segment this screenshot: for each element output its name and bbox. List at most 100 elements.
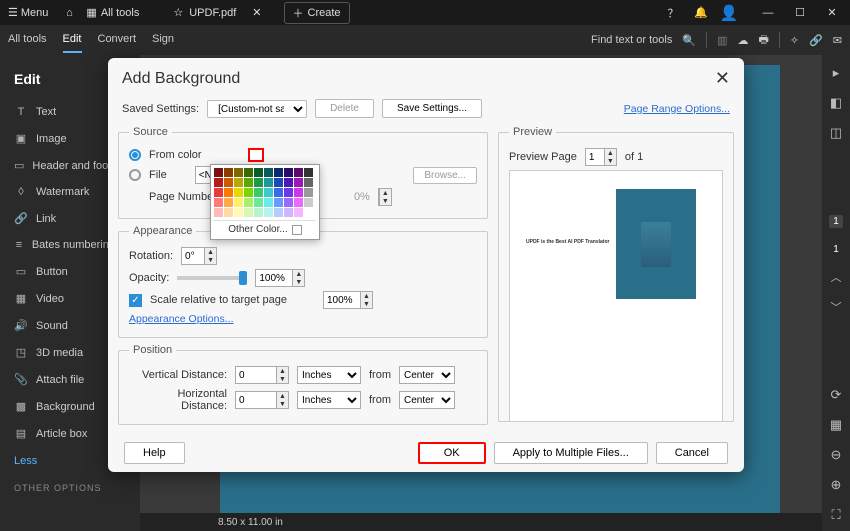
color-swatch[interactable] xyxy=(224,198,233,207)
color-swatch[interactable] xyxy=(224,178,233,187)
color-swatch[interactable] xyxy=(254,198,263,207)
preview-page-spinner[interactable]: ▲▼ xyxy=(585,148,617,166)
tab-close-icon[interactable]: ✕ xyxy=(252,6,261,19)
hdist-units-select[interactable]: Inches xyxy=(297,391,361,409)
all-tools-button[interactable]: ▦ All tools xyxy=(86,6,139,19)
color-swatch[interactable] xyxy=(234,198,243,207)
help-button[interactable]: Help xyxy=(124,442,185,464)
rotation-spinner[interactable]: ▲▼ xyxy=(181,247,217,265)
from-color-radio[interactable] xyxy=(129,149,141,161)
refresh-icon[interactable]: ⟳ xyxy=(831,387,842,403)
color-swatch[interactable] xyxy=(244,208,253,217)
color-swatch[interactable] xyxy=(294,178,303,187)
bell-icon[interactable]: 🔔 xyxy=(690,2,712,24)
color-swatch[interactable] xyxy=(284,168,293,177)
color-swatch[interactable] xyxy=(274,178,283,187)
browse-button[interactable]: Browse... xyxy=(413,167,477,184)
cloud-icon[interactable]: ☁ xyxy=(737,34,748,47)
page-percent-spinner[interactable]: ▲▼ xyxy=(378,188,392,206)
delete-button[interactable]: Delete xyxy=(315,99,374,118)
tab-alltools[interactable]: All tools xyxy=(8,27,47,53)
color-swatch[interactable] xyxy=(304,198,313,207)
color-swatch[interactable] xyxy=(294,168,303,177)
close-window-button[interactable]: ✕ xyxy=(818,2,846,24)
apply-multiple-button[interactable]: Apply to Multiple Files... xyxy=(494,442,648,464)
hamburger-menu[interactable]: ☰ Menu xyxy=(4,4,52,21)
color-swatch[interactable] xyxy=(234,188,243,197)
tab-convert[interactable]: Convert xyxy=(98,27,137,53)
page-down-icon[interactable]: ﹀ xyxy=(831,299,842,315)
color-swatch[interactable] xyxy=(304,168,313,177)
color-swatch[interactable] xyxy=(284,198,293,207)
color-swatch[interactable] xyxy=(294,198,303,207)
color-swatch[interactable] xyxy=(224,188,233,197)
color-swatch[interactable] xyxy=(214,168,223,177)
opacity-spinner[interactable]: ▲▼ xyxy=(255,269,305,287)
home-icon[interactable]: ⌂ xyxy=(58,2,80,24)
color-swatch[interactable] xyxy=(244,168,253,177)
panel-toggle-icon[interactable]: ▸ xyxy=(833,65,840,81)
help-icon[interactable]: ？ xyxy=(662,2,684,24)
save-settings-button[interactable]: Save Settings... xyxy=(382,99,482,118)
color-swatch[interactable] xyxy=(284,208,293,217)
page-up-icon[interactable]: ︿ xyxy=(831,269,842,285)
opacity-slider[interactable] xyxy=(177,276,247,280)
color-swatch[interactable] xyxy=(304,208,313,217)
color-swatch[interactable] xyxy=(294,208,303,217)
color-swatch[interactable] xyxy=(244,198,253,207)
page-range-link[interactable]: Page Range Options... xyxy=(624,103,730,115)
other-color-option[interactable]: Other Color... xyxy=(214,220,316,236)
color-swatch[interactable] xyxy=(254,208,263,217)
link-icon[interactable]: 🔗 xyxy=(809,34,823,47)
color-swatch[interactable] xyxy=(284,178,293,187)
page-badge[interactable]: 1 xyxy=(829,215,843,228)
color-swatch[interactable] xyxy=(234,208,243,217)
color-swatch[interactable] xyxy=(264,198,273,207)
fit-icon[interactable]: ⛶ xyxy=(831,507,840,523)
file-radio[interactable] xyxy=(129,169,141,181)
scale-checkbox[interactable]: ✓ xyxy=(129,294,142,307)
layout-icon[interactable]: ▦ xyxy=(830,417,842,433)
ok-button[interactable]: OK xyxy=(418,442,486,464)
user-icon[interactable]: 👤 xyxy=(718,2,740,24)
save-icon[interactable]: ▥ xyxy=(717,34,727,47)
color-swatch[interactable] xyxy=(244,188,253,197)
ai-icon[interactable]: ✧ xyxy=(790,34,799,47)
saved-settings-select[interactable]: [Custom-not saved] xyxy=(207,100,307,118)
color-swatch[interactable] xyxy=(284,188,293,197)
color-swatch[interactable] xyxy=(234,178,243,187)
minimize-button[interactable]: ― xyxy=(754,2,782,24)
vdist-units-select[interactable]: Inches xyxy=(297,366,361,384)
color-swatch[interactable] xyxy=(214,208,223,217)
vdist-spinner[interactable]: ▲▼ xyxy=(235,366,289,384)
color-swatch[interactable] xyxy=(274,168,283,177)
color-swatch[interactable] xyxy=(264,178,273,187)
maximize-button[interactable]: ☐ xyxy=(786,2,814,24)
create-button[interactable]: ＋ Create xyxy=(284,2,350,24)
color-swatch[interactable] xyxy=(214,198,223,207)
color-swatch[interactable] xyxy=(274,188,283,197)
hdist-origin-select[interactable]: Center xyxy=(399,391,455,409)
color-swatch[interactable] xyxy=(224,208,233,217)
tab-edit[interactable]: Edit xyxy=(63,27,82,53)
zoom-plus-icon[interactable]: ⊕ xyxy=(831,477,842,493)
color-swatch[interactable] xyxy=(294,188,303,197)
color-swatch-button[interactable] xyxy=(248,148,264,162)
color-swatch[interactable] xyxy=(244,178,253,187)
color-swatch[interactable] xyxy=(214,188,223,197)
color-swatch[interactable] xyxy=(234,168,243,177)
color-swatch[interactable] xyxy=(264,208,273,217)
color-swatch[interactable] xyxy=(274,208,283,217)
tab-sign[interactable]: Sign xyxy=(152,27,174,53)
bookmark-icon[interactable]: ◧ xyxy=(830,95,842,111)
color-swatch[interactable] xyxy=(304,188,313,197)
color-swatch[interactable] xyxy=(254,178,263,187)
scale-spinner[interactable]: ▲▼ xyxy=(323,291,373,309)
dialog-close-icon[interactable]: ✕ xyxy=(715,68,730,89)
search-icon[interactable]: 🔍 xyxy=(682,34,696,47)
document-tab[interactable]: ☆ UPDF.pdf ✕ xyxy=(165,6,269,19)
color-swatch[interactable] xyxy=(264,188,273,197)
color-swatch[interactable] xyxy=(254,168,263,177)
print-icon[interactable]: 🖶 xyxy=(758,31,768,50)
attachment-icon[interactable]: ◫ xyxy=(830,125,842,141)
